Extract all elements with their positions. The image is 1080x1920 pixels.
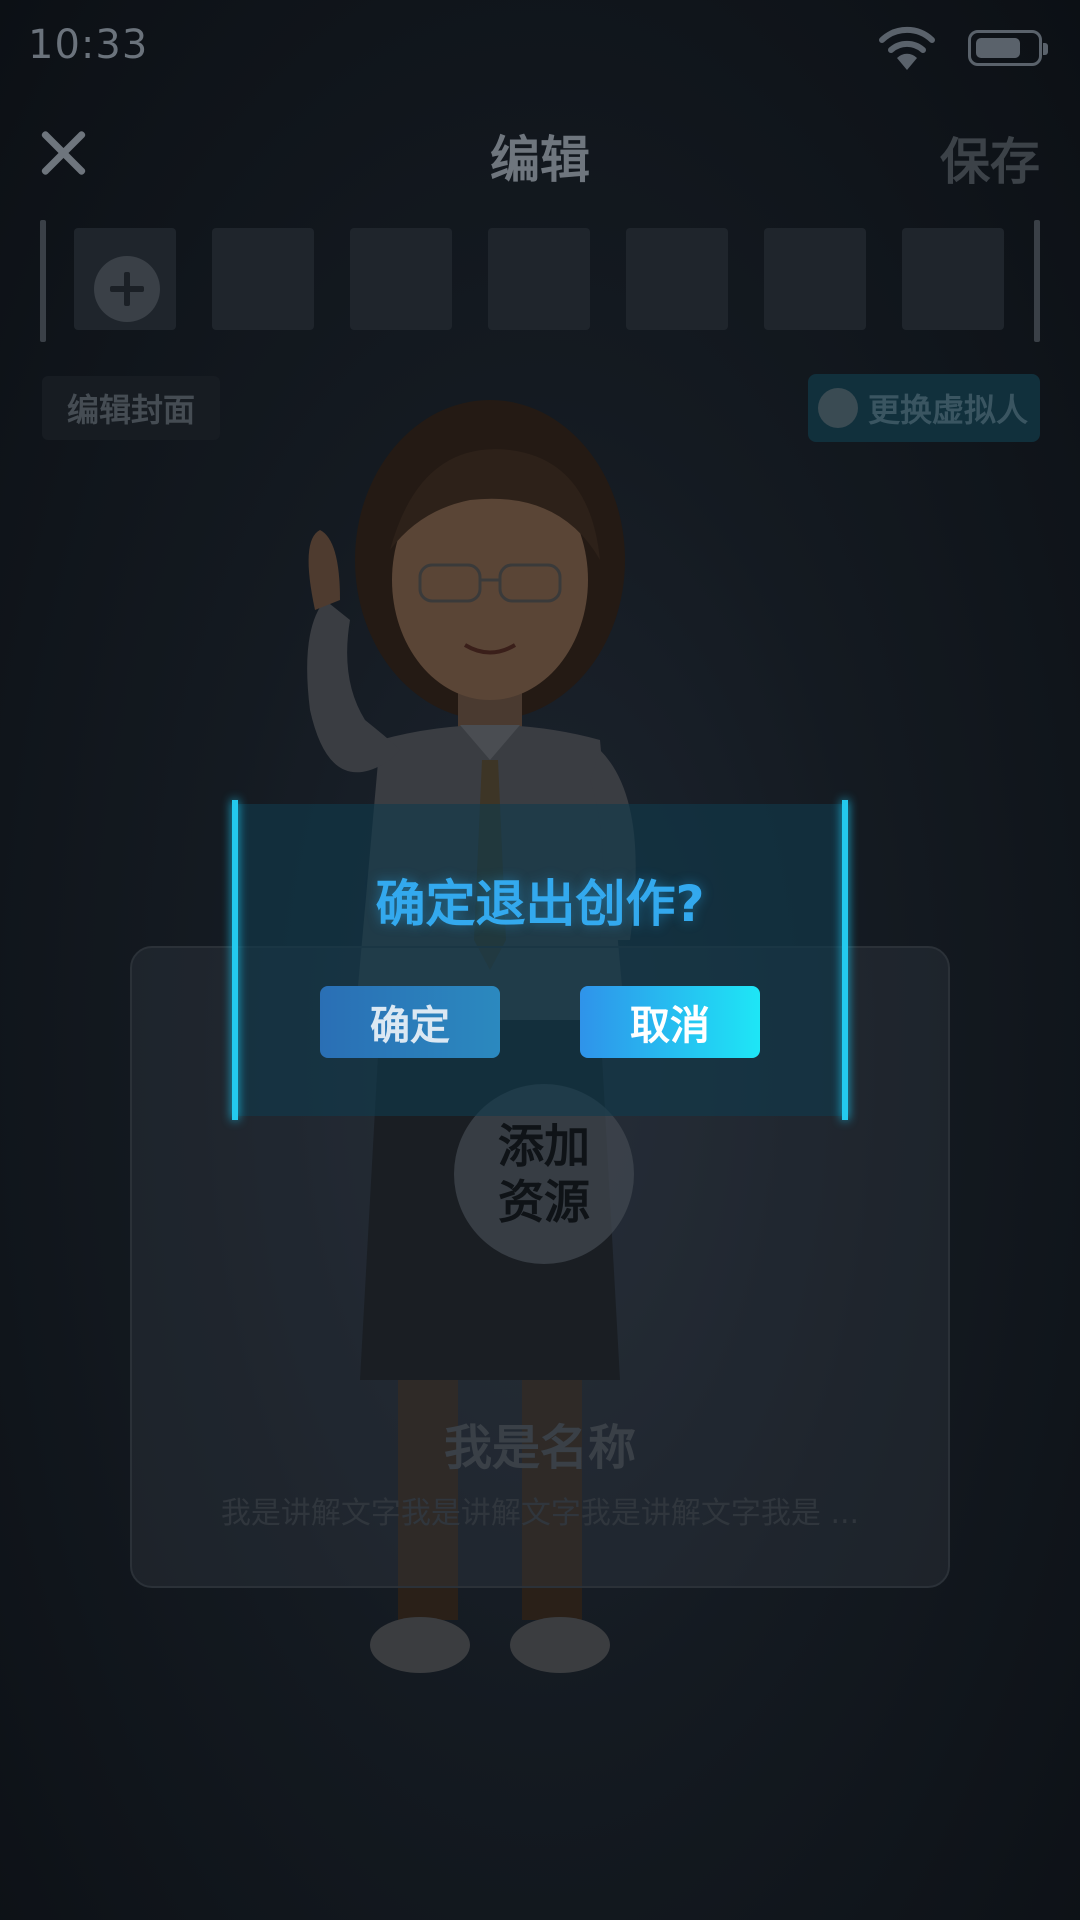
dialog-title: 确定退出创作? <box>375 875 705 933</box>
status-bar: 10:33 <box>0 0 1080 100</box>
add-slide-slot[interactable] <box>74 228 176 330</box>
swap-avatar-button[interactable]: 更换虚拟人 <box>808 374 1040 442</box>
card-name: 我是名称 <box>443 1420 636 1476</box>
confirm-button[interactable]: 确定 <box>320 986 500 1058</box>
wifi-icon <box>879 26 935 70</box>
card-description: 我是讲解文字我是讲解文字我是讲解文字我是 ... <box>220 1496 860 1531</box>
save-button[interactable]: 保存 <box>940 122 1040 194</box>
thumbnail-slot[interactable] <box>212 228 314 330</box>
thumbnail-slot[interactable] <box>764 228 866 330</box>
thumbnail-slot[interactable] <box>488 228 590 330</box>
dialog-left-edge <box>232 800 238 1120</box>
editor-screen: 10:33 编辑 保存 编辑封面 更换虚拟人 添加 资源 我是名称 我是讲解文字… <box>0 0 1080 1920</box>
page-title: 编辑 <box>490 131 590 189</box>
thumbnail-slot[interactable] <box>626 228 728 330</box>
strip-left-edge <box>40 220 46 342</box>
exit-confirm-dialog: 确定退出创作? 确定 取消 <box>232 800 848 1120</box>
battery-icon <box>968 30 1048 66</box>
slide-thumbnail-strip[interactable] <box>40 218 1040 344</box>
status-time: 10:33 <box>28 22 149 68</box>
swap-icon <box>818 388 858 428</box>
swap-avatar-label: 更换虚拟人 <box>867 391 1028 429</box>
dialog-right-edge <box>842 800 848 1120</box>
thumbnail-slot[interactable] <box>902 228 1004 330</box>
plus-icon[interactable] <box>94 256 160 322</box>
header: 编辑 保存 <box>0 100 1080 210</box>
cancel-button[interactable]: 取消 <box>580 986 760 1058</box>
thumbnail-slot[interactable] <box>350 228 452 330</box>
edit-cover-button[interactable]: 编辑封面 <box>42 376 220 440</box>
strip-right-edge <box>1034 220 1040 342</box>
